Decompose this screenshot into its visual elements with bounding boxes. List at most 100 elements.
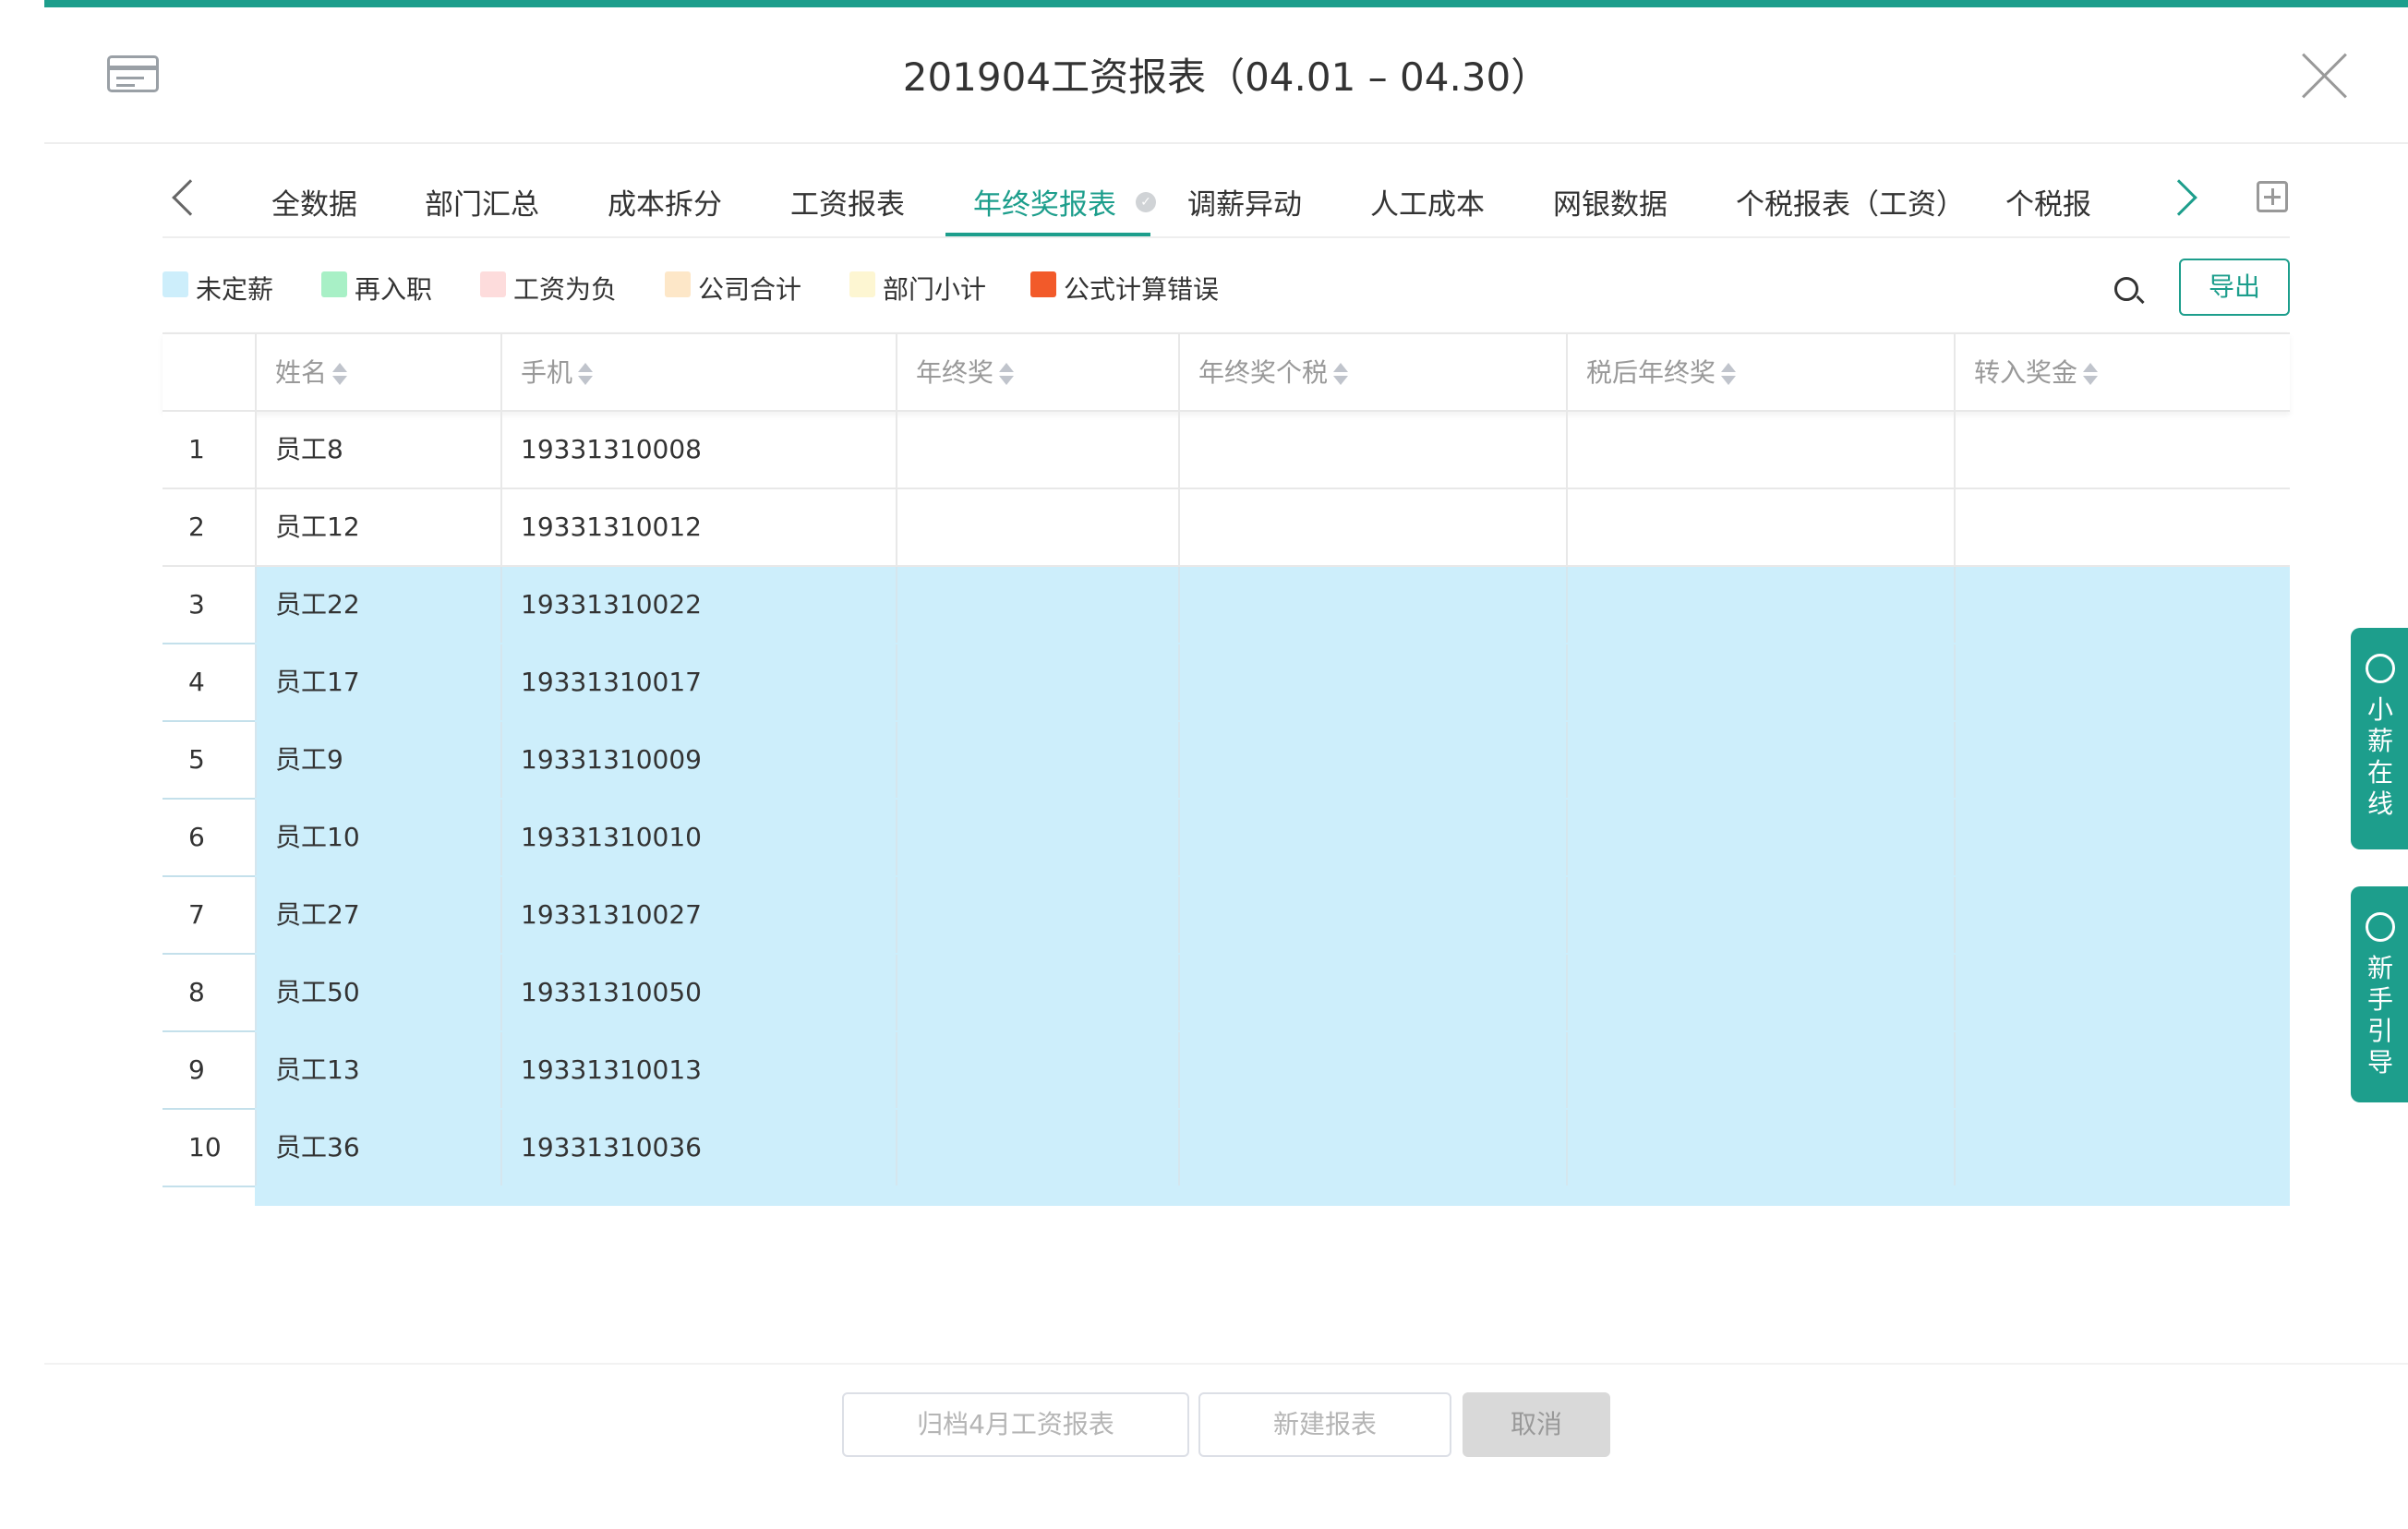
sort-icon[interactable] bbox=[2081, 361, 2100, 387]
sort-icon[interactable] bbox=[1719, 361, 1738, 387]
cell-empty[interactable] bbox=[896, 489, 1178, 565]
cell-empty[interactable] bbox=[1566, 489, 1954, 565]
cell-phone[interactable]: 19331310013 bbox=[500, 1032, 896, 1108]
table-row[interactable]: 1 员工8 19331310008 bbox=[163, 412, 2290, 489]
tab-salary-report[interactable]: 工资报表 bbox=[790, 181, 905, 223]
tab-labor-cost[interactable]: 人工成本 bbox=[1370, 181, 1485, 223]
sort-icon[interactable] bbox=[997, 361, 1016, 387]
cell-empty[interactable] bbox=[896, 412, 1178, 488]
online-support-tab[interactable]: 小薪在线 bbox=[2351, 628, 2408, 849]
column-header-bonus[interactable]: 年终奖 bbox=[896, 334, 1178, 412]
cell-empty[interactable] bbox=[896, 722, 1178, 798]
sort-icon[interactable] bbox=[576, 361, 595, 387]
tab-bank-data[interactable]: 网银数据 bbox=[1553, 181, 1668, 223]
chevron-left-icon[interactable] bbox=[172, 179, 209, 216]
cell-empty[interactable] bbox=[1178, 412, 1566, 488]
cell-empty[interactable] bbox=[1566, 877, 1954, 953]
cell-phone[interactable]: 19331310017 bbox=[500, 644, 896, 720]
cell-name[interactable]: 员工27 bbox=[255, 877, 500, 953]
cell-empty[interactable] bbox=[1566, 955, 1954, 1030]
cell-name[interactable]: 员工17 bbox=[255, 644, 500, 720]
table-row[interactable]: 3 员工22 19331310022 bbox=[163, 567, 2290, 644]
chevron-right-icon[interactable] bbox=[2161, 179, 2197, 216]
cell-empty[interactable] bbox=[896, 877, 1178, 953]
cell-phone[interactable]: 19331310009 bbox=[500, 722, 896, 798]
cell-phone[interactable]: 19331310010 bbox=[500, 800, 896, 875]
cell-empty[interactable] bbox=[1566, 1032, 1954, 1108]
table-row[interactable]: 6 员工10 19331310010 bbox=[163, 800, 2290, 877]
cell-empty[interactable] bbox=[1954, 800, 2290, 875]
column-header-bonus-tax[interactable]: 年终奖个税 bbox=[1178, 334, 1566, 412]
cell-name[interactable]: 员工8 bbox=[255, 412, 500, 488]
cell-empty[interactable] bbox=[1178, 800, 1566, 875]
new-report-button[interactable]: 新建报表 bbox=[1198, 1392, 1451, 1457]
cell-name[interactable]: 员工36 bbox=[255, 1110, 500, 1186]
cell-phone[interactable]: 19331310036 bbox=[500, 1110, 896, 1186]
cell-empty[interactable] bbox=[1566, 567, 1954, 643]
sort-icon[interactable] bbox=[1331, 361, 1350, 387]
cell-name[interactable]: 员工50 bbox=[255, 955, 500, 1030]
cell-empty[interactable] bbox=[1954, 567, 2290, 643]
table-row[interactable]: 10 员工36 19331310036 bbox=[163, 1110, 2290, 1187]
cell-name[interactable]: 员工13 bbox=[255, 1032, 500, 1108]
cell-empty[interactable] bbox=[1566, 644, 1954, 720]
table-row[interactable]: 2 员工12 19331310012 bbox=[163, 489, 2290, 567]
export-button[interactable]: 导出 bbox=[2179, 259, 2290, 316]
cell-empty[interactable] bbox=[896, 955, 1178, 1030]
tab-tax-report-partial[interactable]: 个税报 bbox=[2005, 181, 2091, 223]
cell-phone[interactable]: 19331310022 bbox=[500, 567, 896, 643]
cell-empty[interactable] bbox=[896, 1110, 1178, 1186]
column-header-name[interactable]: 姓名 bbox=[255, 334, 500, 412]
cancel-button[interactable]: 取消 bbox=[1463, 1392, 1610, 1457]
tab-tax-report-salary[interactable]: 个税报表（工资） bbox=[1736, 181, 1965, 223]
cell-empty[interactable] bbox=[1954, 877, 2290, 953]
cell-empty[interactable] bbox=[1178, 955, 1566, 1030]
cell-empty[interactable] bbox=[1566, 722, 1954, 798]
cell-phone[interactable]: 19331310008 bbox=[500, 412, 896, 488]
cell-empty[interactable] bbox=[896, 800, 1178, 875]
cell-empty[interactable] bbox=[1566, 412, 1954, 488]
tab-salary-change[interactable]: 调薪异动 bbox=[1187, 181, 1302, 223]
archive-report-button[interactable]: 归档4月工资报表 bbox=[842, 1392, 1189, 1457]
cell-name[interactable]: 员工10 bbox=[255, 800, 500, 875]
cell-name[interactable]: 员工22 bbox=[255, 567, 500, 643]
cell-empty[interactable] bbox=[1954, 489, 2290, 565]
cell-name[interactable]: 员工9 bbox=[255, 722, 500, 798]
cell-empty[interactable] bbox=[1178, 644, 1566, 720]
cell-empty[interactable] bbox=[896, 567, 1178, 643]
cell-empty[interactable] bbox=[896, 1032, 1178, 1108]
column-header-transfer-bonus[interactable]: 转入奖金 bbox=[1954, 334, 2290, 412]
cell-empty[interactable] bbox=[1566, 800, 1954, 875]
add-tab-icon[interactable] bbox=[2257, 181, 2288, 212]
search-icon[interactable] bbox=[2114, 277, 2138, 301]
cell-phone[interactable]: 19331310050 bbox=[500, 955, 896, 1030]
cell-empty[interactable] bbox=[1178, 722, 1566, 798]
column-header-phone[interactable]: 手机 bbox=[500, 334, 896, 412]
cell-phone[interactable]: 19331310012 bbox=[500, 489, 896, 565]
cell-empty[interactable] bbox=[1178, 1032, 1566, 1108]
cell-empty[interactable] bbox=[1178, 489, 1566, 565]
table-row[interactable]: 9 员工13 19331310013 bbox=[163, 1032, 2290, 1110]
cell-empty[interactable] bbox=[1178, 567, 1566, 643]
cell-empty[interactable] bbox=[1954, 412, 2290, 488]
table-row[interactable]: 7 员工27 19331310027 bbox=[163, 877, 2290, 955]
tab-all-data[interactable]: 全数据 bbox=[271, 181, 357, 223]
column-header-after-tax-bonus[interactable]: 税后年终奖 bbox=[1566, 334, 1954, 412]
cell-name[interactable]: 员工12 bbox=[255, 489, 500, 565]
cell-empty[interactable] bbox=[1954, 644, 2290, 720]
tab-year-end-bonus[interactable]: 年终奖报表 bbox=[973, 181, 1116, 223]
beginner-guide-tab[interactable]: 新手引导 bbox=[2351, 886, 2408, 1102]
cell-empty[interactable] bbox=[1954, 722, 2290, 798]
cell-empty[interactable] bbox=[896, 644, 1178, 720]
cell-empty[interactable] bbox=[1954, 1032, 2290, 1108]
table-row[interactable]: 8 员工50 19331310050 bbox=[163, 955, 2290, 1032]
sort-icon[interactable] bbox=[331, 361, 349, 387]
cell-empty[interactable] bbox=[1954, 1110, 2290, 1186]
cell-empty[interactable] bbox=[1178, 1110, 1566, 1186]
cell-empty[interactable] bbox=[1566, 1110, 1954, 1186]
tab-cost-split[interactable]: 成本拆分 bbox=[608, 181, 722, 223]
cell-empty[interactable] bbox=[1178, 877, 1566, 953]
table-row[interactable]: 4 员工17 19331310017 bbox=[163, 644, 2290, 722]
table-row[interactable]: 5 员工9 19331310009 bbox=[163, 722, 2290, 800]
cell-phone[interactable]: 19331310027 bbox=[500, 877, 896, 953]
